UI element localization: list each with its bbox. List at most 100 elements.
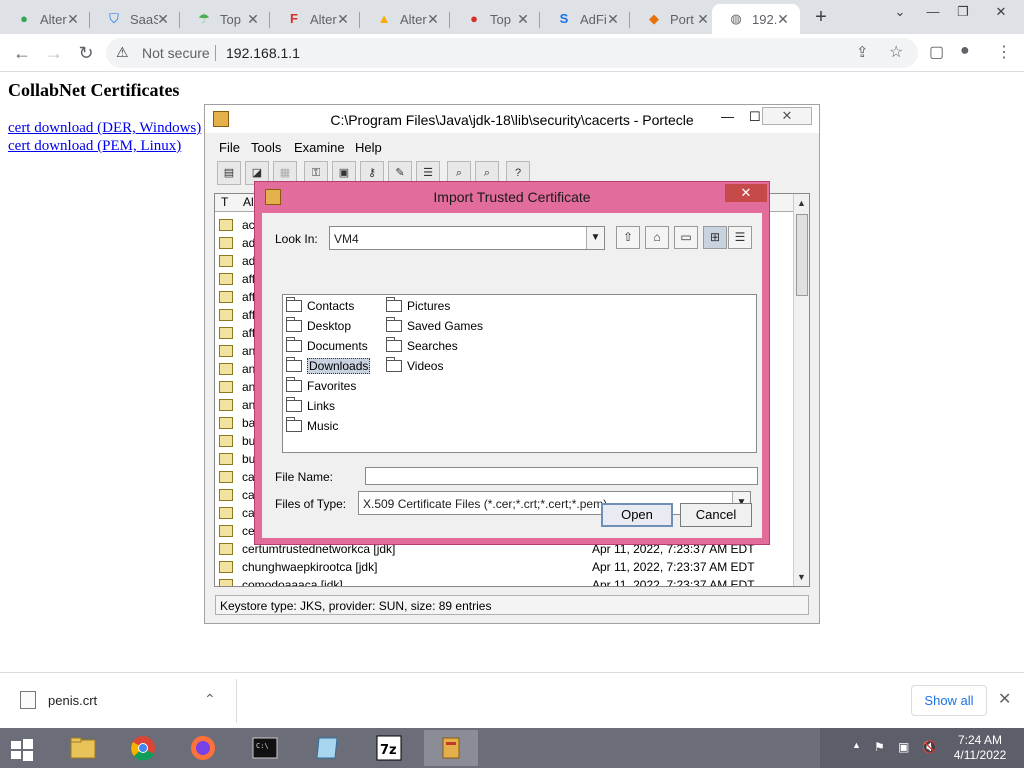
folder-item[interactable]: Documents [283, 337, 368, 355]
show-hidden-icons-icon[interactable]: ▲ [852, 740, 861, 750]
browser-tab-2[interactable]: ⛉ SaaS ✕ [90, 4, 180, 34]
folder-item[interactable]: Links [283, 397, 335, 415]
browser-tab-6[interactable]: ● Top ✕ [450, 4, 540, 34]
volume-muted-icon[interactable]: 🔇 [922, 740, 937, 754]
cert-alias: comodoaaaca [jdk] [242, 578, 343, 587]
scroll-down-icon[interactable]: ▼ [797, 572, 806, 582]
new-folder-icon[interactable]: ▭ [674, 226, 698, 249]
taskbar-firefox[interactable] [176, 730, 230, 766]
browser-tab-3[interactable]: ☂ Top ✕ [180, 4, 270, 34]
forward-icon[interactable]: → [42, 42, 66, 64]
tab-close-icon[interactable]: ✕ [514, 10, 532, 28]
address-bar[interactable]: ⚠ Not secure 192.168.1.1 ⇪ ☆ [106, 38, 918, 68]
tab-search-icon[interactable]: ⌄ [885, 2, 915, 22]
folder-item[interactable]: Contacts [283, 297, 354, 315]
tab-close-icon[interactable]: ✕ [604, 10, 622, 28]
tab-close-icon[interactable]: ✕ [154, 10, 172, 28]
folder-item[interactable]: Pictures [383, 297, 450, 315]
tab-close-icon[interactable]: ✕ [774, 10, 792, 28]
minimize-icon[interactable]: — [918, 2, 948, 22]
folder-item[interactable]: Downloads [283, 357, 371, 375]
download-item-name[interactable]: penis.crt [48, 693, 97, 708]
column-alias[interactable]: Al [243, 195, 254, 209]
folder-item[interactable]: Videos [383, 357, 443, 375]
menu-kebab-icon[interactable]: ⋮ [996, 42, 1012, 62]
der-download-link[interactable]: cert download (DER, Windows) [8, 120, 201, 137]
umbrella-icon: ☂ [198, 11, 210, 26]
trusted-cert-icon [219, 219, 233, 231]
table-row[interactable]: comodoaaaca [jdk] Apr 11, 2022, 7:23:37 A… [215, 576, 793, 587]
column-type[interactable]: T [221, 195, 228, 209]
share-icon[interactable]: ⇪ [856, 43, 869, 61]
cancel-button[interactable]: Cancel [680, 503, 752, 527]
reload-icon[interactable]: ↻ [74, 42, 98, 64]
browser-tab-5[interactable]: ▲ Alter ✕ [360, 4, 450, 34]
scroll-up-icon[interactable]: ▲ [797, 198, 806, 208]
new-keystore-icon[interactable]: ▤ [217, 161, 241, 185]
back-icon[interactable]: ← [10, 42, 34, 64]
new-tab-icon[interactable]: + [810, 6, 832, 28]
browser-tab-9-active[interactable]: ◍ 192. ✕ [712, 4, 800, 34]
chevron-down-icon[interactable]: ▼ [586, 227, 604, 249]
file-name-input[interactable] [365, 467, 758, 485]
up-folder-icon[interactable]: ⇧ [616, 226, 640, 249]
browser-tab-1[interactable]: ● Alter ✕ [0, 4, 90, 34]
table-row[interactable]: chunghwaepkirootca [jdk] Apr 11, 2022, 7:… [215, 558, 793, 576]
bookmark-star-icon[interactable]: ☆ [889, 42, 903, 62]
file-name-label: File Name: [275, 470, 334, 484]
restore-icon[interactable]: ❐ [948, 2, 978, 22]
portecle-titlebar[interactable]: C:\Program Files\Java\jdk-18\lib\securit… [205, 105, 819, 133]
dialog-close-icon[interactable]: ✕ [725, 184, 767, 202]
home-folder-icon[interactable]: ⌂ [645, 226, 669, 249]
list-view-icon[interactable]: ⊞ [703, 226, 727, 249]
close-icon[interactable]: ✕ [762, 107, 812, 125]
altered-icon: ● [20, 11, 28, 26]
taskbar-7zip[interactable]: 7z [362, 730, 416, 766]
menu-tools[interactable]: Tools [251, 140, 281, 155]
taskbar-chrome[interactable] [116, 730, 170, 766]
browser-tab-7[interactable]: S AdFi ✕ [540, 4, 630, 34]
taskbar-notepad[interactable] [300, 730, 354, 766]
url-text[interactable]: 192.168.1.1 [226, 45, 300, 61]
taskbar-file-explorer[interactable] [56, 730, 110, 766]
browser-tab-8[interactable]: ◆ Port ✕ [630, 4, 720, 34]
start-button[interactable] [0, 730, 48, 766]
security-flag-icon[interactable]: ⚑ [874, 740, 885, 754]
tab-close-icon[interactable]: ✕ [694, 10, 712, 28]
profile-avatar-icon[interactable]: ● [960, 42, 970, 60]
table-scrollbar[interactable]: ▲ ▼ [793, 194, 809, 586]
folder-item[interactable]: Saved Games [383, 317, 483, 335]
file-list[interactable]: Contacts Desktop Documents Downloads Favorit… [282, 294, 757, 453]
close-window-icon[interactable]: ✕ [986, 2, 1016, 22]
side-panel-icon[interactable]: ▢ [929, 42, 944, 62]
details-view-icon[interactable]: ☰ [728, 226, 752, 249]
folder-item[interactable]: Searches [383, 337, 458, 355]
browser-tab-4[interactable]: F Alter ✕ [270, 4, 360, 34]
maximize-icon[interactable]: ☐ [749, 109, 761, 125]
close-shelf-icon[interactable]: ✕ [998, 689, 1011, 709]
minimize-icon[interactable]: — [721, 109, 734, 124]
open-button[interactable]: Open [601, 503, 673, 527]
tab-close-icon[interactable]: ✕ [334, 10, 352, 28]
menu-examine[interactable]: Examine [294, 140, 345, 155]
tab-close-icon[interactable]: ✕ [424, 10, 442, 28]
warning-icon[interactable]: ⚠ [116, 44, 129, 61]
folder-item[interactable]: Favorites [283, 377, 356, 395]
chevron-up-icon[interactable]: ⌃ [204, 691, 216, 708]
tab-close-icon[interactable]: ✕ [244, 10, 262, 28]
taskbar-command-prompt[interactable]: C:\ [238, 730, 292, 766]
folder-item[interactable]: Music [283, 417, 338, 435]
security-label[interactable]: Not secure [142, 45, 210, 61]
network-icon[interactable]: ▣ [898, 740, 909, 754]
trusted-cert-icon [219, 417, 233, 429]
clock[interactable]: 7:24 AM 4/11/2022 [943, 733, 1017, 763]
menu-help[interactable]: Help [355, 140, 382, 155]
pem-download-link[interactable]: cert download (PEM, Linux) [8, 138, 181, 155]
tab-close-icon[interactable]: ✕ [64, 10, 82, 28]
folder-item[interactable]: Desktop [283, 317, 351, 335]
show-all-button[interactable]: Show all [911, 685, 987, 716]
menu-file[interactable]: File [219, 140, 240, 155]
look-in-select[interactable]: VM4 ▼ [329, 226, 605, 250]
scroll-thumb[interactable] [796, 214, 808, 296]
taskbar-portecle[interactable] [424, 730, 478, 766]
